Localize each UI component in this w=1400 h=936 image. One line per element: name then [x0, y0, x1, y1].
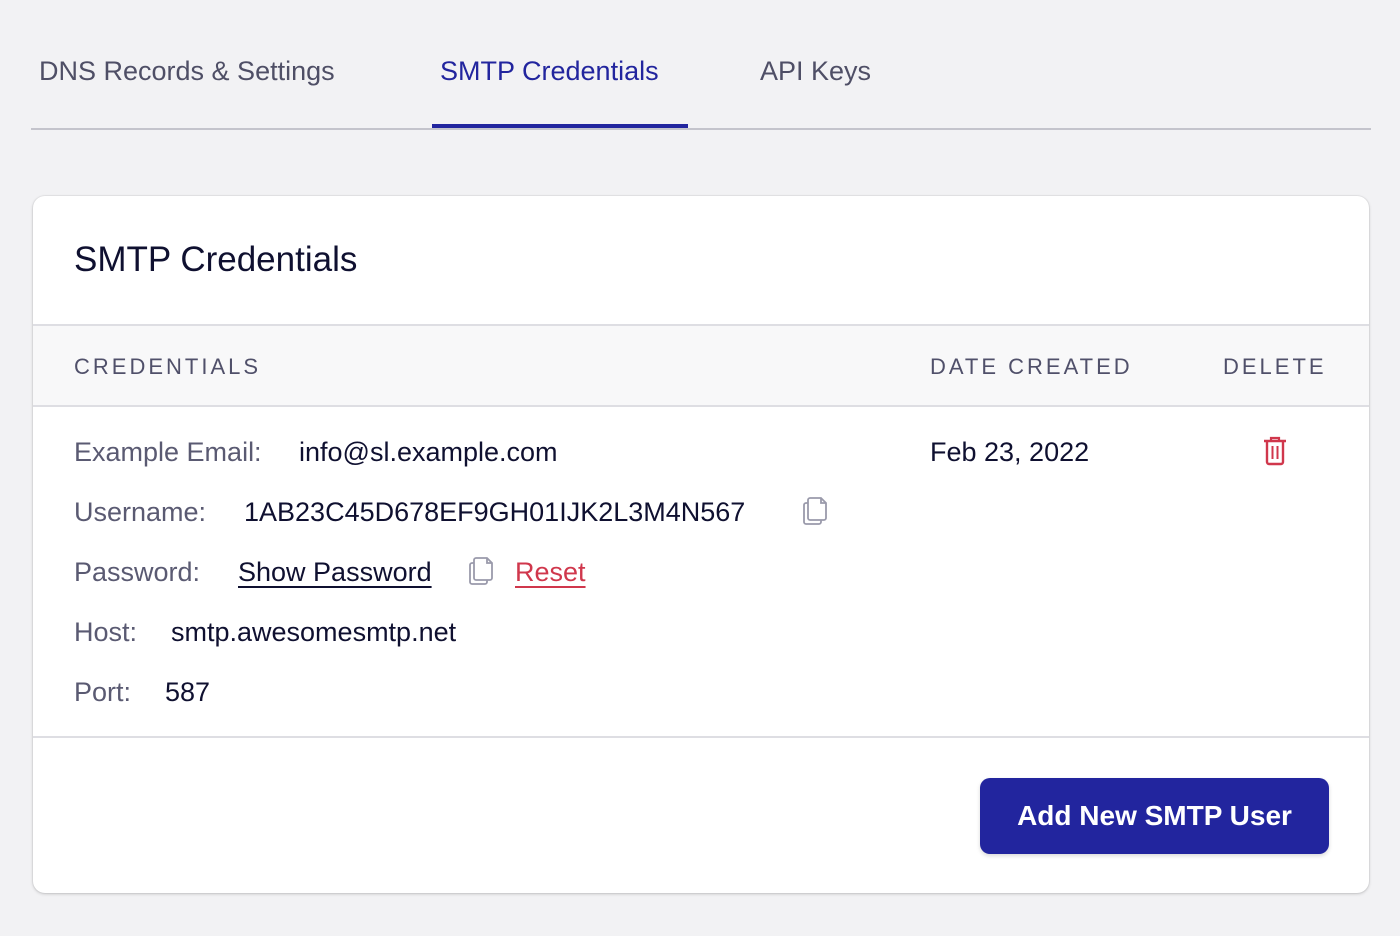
username-value: 1AB23C45D678EF9GH01IJK2L3M4N567	[244, 497, 746, 527]
example-email-value: info@sl.example.com	[299, 437, 558, 467]
active-tab-indicator	[432, 124, 688, 128]
column-header-delete: DELETE	[1223, 354, 1327, 379]
show-password-link[interactable]: Show Password	[238, 557, 432, 588]
reset-password-link[interactable]: Reset	[515, 557, 586, 588]
date-created-value: Feb 23, 2022	[930, 437, 1090, 467]
column-header-date-created: DATE CREATED	[930, 354, 1133, 379]
port-label: Port:	[74, 677, 132, 707]
tab-bar: DNS Records & Settings SMTP Credentials …	[31, 0, 1371, 130]
smtp-credentials-card: SMTP Credentials CREDENTIALS DATE CREATE…	[33, 196, 1369, 893]
table-header: CREDENTIALS DATE CREATED DELETE	[33, 324, 1369, 407]
add-new-smtp-user-button[interactable]: Add New SMTP User	[980, 778, 1329, 854]
copy-password-icon[interactable]	[467, 556, 495, 586]
footer-divider	[33, 736, 1369, 738]
example-email-label: Example Email:	[74, 437, 262, 467]
tab-dns-records-settings[interactable]: DNS Records & Settings	[39, 56, 335, 87]
trash-icon[interactable]	[1261, 436, 1289, 466]
column-header-credentials: CREDENTIALS	[74, 354, 262, 379]
host-label: Host:	[74, 617, 138, 647]
host-value: smtp.awesomesmtp.net	[171, 617, 457, 647]
copy-username-icon[interactable]	[801, 496, 829, 526]
tab-smtp-credentials[interactable]: SMTP Credentials	[440, 56, 659, 87]
username-label: Username:	[74, 497, 207, 527]
tab-api-keys[interactable]: API Keys	[760, 56, 871, 87]
port-value: 587	[165, 677, 211, 707]
card-title: SMTP Credentials	[74, 240, 358, 279]
password-label: Password:	[74, 557, 201, 587]
